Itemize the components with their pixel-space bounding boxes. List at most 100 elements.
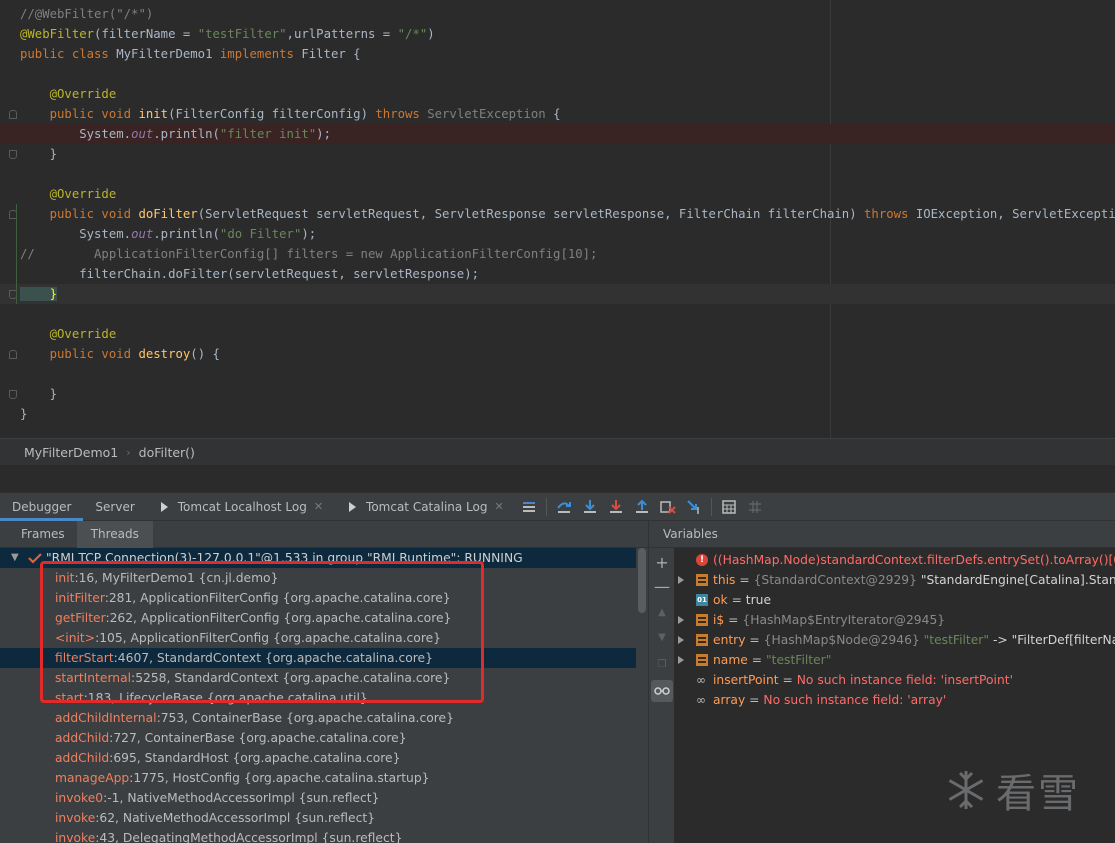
expand-arrow-icon[interactable] (678, 616, 684, 624)
trace-stream-button[interactable] (742, 494, 768, 520)
toolbar-separator (710, 497, 712, 516)
fold-marker-icon[interactable] (9, 150, 17, 159)
tab-tomcat-catalina-log[interactable]: Tomcat Catalina Log ✕ (335, 493, 516, 521)
variable-equals: = (724, 613, 743, 627)
frame-method: start:183, LifecycleBase {org.apache.cat… (55, 691, 368, 705)
code-token: { (553, 107, 561, 121)
tab-server-label: Server (95, 499, 135, 514)
drop-frame-button[interactable] (655, 494, 681, 520)
variable-row[interactable]: this = {StandardContext@2929} "StandardE… (674, 570, 1115, 590)
code-line[interactable]: public void doFilter(ServletRequest serv… (0, 204, 1115, 224)
evaluate-expression-button[interactable] (716, 494, 742, 520)
breadcrumb-class[interactable]: MyFilterDemo1 (24, 445, 118, 460)
tab-tomcat-localhost-log[interactable]: Tomcat Localhost Log ✕ (147, 493, 335, 521)
copy-icon[interactable]: ❐ (651, 653, 673, 675)
code-line[interactable]: @WebFilter(filterName = "testFilter",url… (0, 24, 1115, 44)
code-line[interactable] (0, 164, 1115, 184)
tab-threads[interactable]: Threads (76, 520, 153, 548)
variable-equals: = (778, 673, 797, 687)
expand-arrow-icon[interactable] (678, 576, 684, 584)
variable-row[interactable]: 01 ok = true (674, 590, 1115, 610)
code-line[interactable]: } (0, 384, 1115, 404)
show-execution-point-button[interactable] (516, 494, 542, 520)
expand-arrow-icon[interactable]: ▼ (11, 548, 19, 568)
move-down-icon[interactable]: ▼ (651, 626, 673, 648)
code-line[interactable] (0, 64, 1115, 84)
step-out-button[interactable] (629, 494, 655, 520)
frame-method: addChildInternal:753, ContainerBase {org… (55, 711, 454, 725)
variable-row[interactable]: i$ = {HashMap$EntryIterator@2945} (674, 610, 1115, 630)
fold-marker-icon[interactable] (9, 390, 17, 399)
code-line[interactable]: @Override (0, 184, 1115, 204)
remove-watch-icon[interactable]: — (651, 575, 673, 597)
tab-frames[interactable]: Frames (0, 521, 77, 548)
code-line-text: } (20, 284, 58, 304)
tab-server[interactable]: Server (83, 493, 146, 521)
frame-row[interactable]: init:16, MyFilterDemo1 {cn.jl.demo} (0, 568, 636, 588)
expand-arrow-icon[interactable] (678, 656, 684, 664)
breadcrumb-separator-icon: › (126, 445, 131, 459)
frame-row[interactable]: initFilter:281, ApplicationFilterConfig … (0, 588, 636, 608)
frames-scrollbar[interactable] (638, 548, 646, 613)
variable-type: {HashMap$EntryIterator@2945} (742, 613, 946, 627)
variable-equals: = (745, 693, 764, 707)
variable-row[interactable]: ∞ array = No such instance field: 'array' (674, 690, 1115, 710)
fold-marker-icon[interactable] (9, 350, 17, 359)
move-up-icon[interactable]: ▲ (651, 601, 673, 623)
expand-arrow-icon[interactable] (678, 636, 684, 644)
code-line-text: //@WebFilter("/*") (20, 4, 153, 24)
run-to-cursor-button[interactable] (681, 494, 707, 520)
variable-row[interactable]: ∞ insertPoint = No such instance field: '… (674, 670, 1115, 690)
threads-tree[interactable]: ▼ "RMI TCP Connection(3)-127.0.0.1"@1,53… (0, 548, 648, 843)
frame-row[interactable]: getFilter:262, ApplicationFilterConfig {… (0, 608, 636, 628)
code-editor[interactable]: //@WebFilter("/*") @WebFilter(filterName … (0, 0, 1115, 438)
code-line[interactable]: System.out.println("do Filter"); (0, 224, 1115, 244)
code-line[interactable] (0, 364, 1115, 384)
code-line[interactable]: @Override (0, 84, 1115, 104)
tab-threads-label: Threads (90, 527, 139, 541)
force-step-into-icon (609, 499, 622, 513)
variable-row[interactable]: name = "testFilter" (674, 650, 1115, 670)
tab-debugger[interactable]: Debugger (0, 492, 84, 521)
code-line[interactable]: filterChain.doFilter(servletRequest, ser… (0, 264, 1115, 284)
frame-row[interactable]: addChild:695, StandardHost {org.apache.c… (0, 748, 636, 768)
code-line[interactable] (0, 304, 1115, 324)
frame-row[interactable]: filterStart:4607, StandardContext {org.a… (0, 648, 636, 668)
frame-row[interactable]: addChildInternal:753, ContainerBase {org… (0, 708, 636, 728)
code-line[interactable]: @Override (0, 324, 1115, 344)
tab-catalina-log-label: Tomcat Catalina Log (366, 499, 488, 514)
force-step-into-button[interactable] (603, 494, 629, 520)
code-line[interactable]: } (0, 404, 1115, 424)
frame-row[interactable]: startInternal:5258, StandardContext {org… (0, 668, 636, 688)
code-token: (ServletRequest servletRequest, ServletR… (197, 207, 865, 221)
code-line[interactable]: // ApplicationFilterConfig[] filters = n… (0, 244, 1115, 264)
glasses-icon (654, 687, 670, 695)
variable-row[interactable]: entry = {HashMap$Node@2946} "testFilter"… (674, 630, 1115, 650)
code-line[interactable]: public void init(FilterConfig filterConf… (0, 104, 1115, 124)
frame-location: :695, StandardHost {org.apache.catalina.… (109, 751, 401, 765)
close-icon[interactable]: ✕ (495, 500, 504, 513)
step-over-button[interactable] (551, 494, 577, 520)
code-line[interactable]: } (0, 144, 1115, 164)
frame-row[interactable]: invoke:62, NativeMethodAccessorImpl {sun… (0, 808, 636, 828)
add-watch-icon[interactable]: + (651, 551, 673, 573)
code-line[interactable]: } (0, 284, 1115, 304)
close-icon[interactable]: ✕ (314, 500, 323, 513)
code-line[interactable]: public class MyFilterDemo1 implements Fi… (0, 44, 1115, 64)
code-token: "filter init" (219, 127, 317, 141)
frame-row[interactable]: invoke:43, DelegatingMethodAccessorImpl … (0, 828, 636, 843)
frame-row[interactable]: addChild:727, ContainerBase {org.apache.… (0, 728, 636, 748)
variable-row[interactable]: ! ((HashMap.Node)standardContext.filterDe… (674, 550, 1115, 570)
frame-row[interactable]: <init>:105, ApplicationFilterConfig {org… (0, 628, 636, 648)
thread-row[interactable]: ▼ "RMI TCP Connection(3)-127.0.0.1"@1,53… (0, 548, 636, 568)
code-line[interactable]: public void destroy() { (0, 344, 1115, 364)
code-line[interactable]: //@WebFilter("/*") (0, 4, 1115, 24)
fold-marker-icon[interactable] (9, 110, 17, 119)
frame-row[interactable]: invoke0:-1, NativeMethodAccessorImpl {su… (0, 788, 636, 808)
breadcrumb-method[interactable]: doFilter() (139, 445, 195, 460)
frame-row[interactable]: start:183, LifecycleBase {org.apache.cat… (0, 688, 636, 708)
frame-row[interactable]: manageApp:1775, HostConfig {org.apache.c… (0, 768, 636, 788)
code-line[interactable]: System.out.println("filter init"); (0, 124, 1115, 144)
step-into-button[interactable] (577, 494, 603, 520)
show-watches-icon[interactable] (651, 680, 673, 702)
